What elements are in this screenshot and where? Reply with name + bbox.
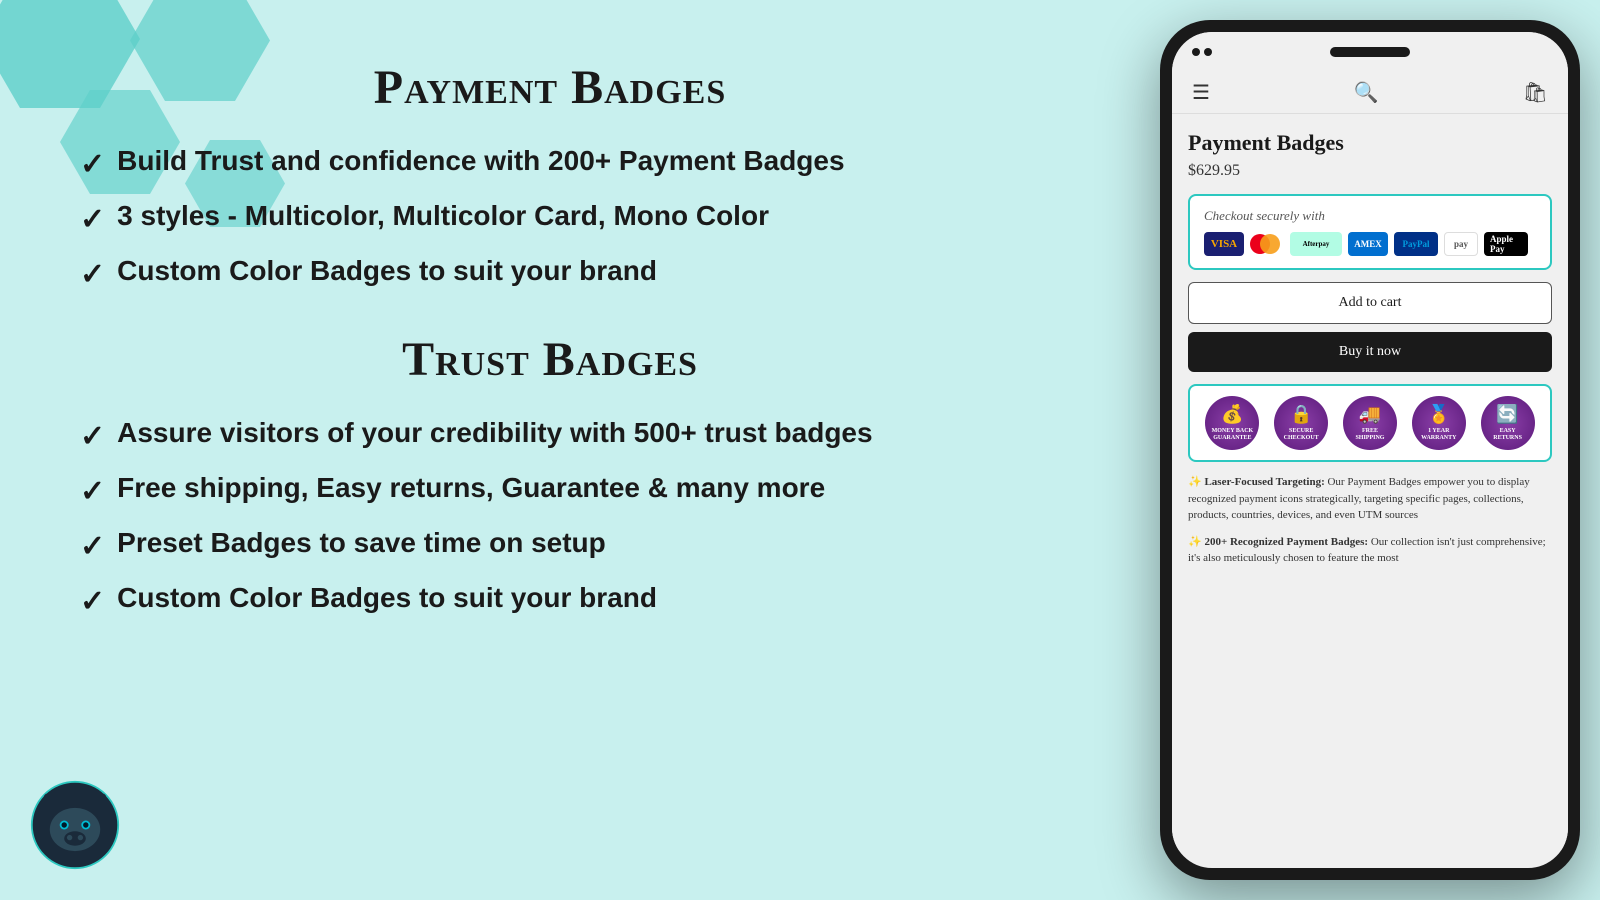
payment-icons-row: VISA Afterpay AMEX PayPal pay Apple — [1204, 232, 1536, 256]
check-icon-7: ✓ — [80, 584, 105, 619]
apple-pay-icon: Apple Pay — [1484, 232, 1528, 256]
warranty-badge: 🏅 1 YEARWARRANTY — [1412, 396, 1466, 450]
description-1: ✨ Laser-Focused Targeting: Our Payment B… — [1188, 474, 1552, 524]
payment-feature-2: ✓ 3 styles - Multicolor, Multicolor Card… — [80, 200, 1020, 237]
payment-feature-3: ✓ Custom Color Badges to suit your brand — [80, 255, 1020, 292]
trust-feature-3: ✓ Preset Badges to save time on setup — [80, 527, 1020, 564]
payment-badges-box: Checkout securely with VISA Afterpay AME… — [1188, 194, 1552, 270]
check-icon-4: ✓ — [80, 419, 105, 454]
product-price: $629.95 — [1188, 162, 1552, 180]
shipping-icon: 🚚 — [1359, 404, 1381, 426]
check-icon-6: ✓ — [80, 529, 105, 564]
buy-now-button[interactable]: Buy it now — [1188, 332, 1552, 372]
checkout-label: Checkout securely with — [1204, 208, 1536, 224]
phone-nav-bar: ☰ 🔍 🛍 — [1172, 72, 1568, 114]
trust-badges-title: Trust Badges — [80, 332, 1020, 387]
trust-features-list: ✓ Assure visitors of your credibility wi… — [80, 417, 1020, 619]
shipping-label: FREESHIPPING — [1355, 428, 1384, 442]
description-2: ✨ 200+ Recognized Payment Badges: Our co… — [1188, 534, 1552, 567]
phone-screen: ☰ 🔍 🛍 Payment Badges $629.95 Checkout se… — [1172, 32, 1568, 868]
money-back-icon: 💰 — [1221, 404, 1243, 426]
trust-feature-1: ✓ Assure visitors of your credibility wi… — [80, 417, 1020, 454]
returns-icon: 🔄 — [1496, 404, 1518, 426]
trust-badges-box: 💰 MONEY BACKGUARANTEE 🔒 SECURECHECKOUT 🚚… — [1188, 384, 1552, 462]
warranty-icon: 🏅 — [1428, 404, 1450, 426]
check-icon-1: ✓ — [80, 147, 105, 182]
free-shipping-badge: 🚚 FREESHIPPING — [1343, 396, 1397, 450]
phone-notch — [1330, 47, 1410, 57]
returns-label: EASYRETURNS — [1493, 428, 1522, 442]
money-back-label: MONEY BACKGUARANTEE — [1212, 428, 1254, 442]
payment-badges-title: Payment Badges — [80, 60, 1020, 115]
amex-icon: AMEX — [1348, 232, 1388, 256]
payment-features-list: ✓ Build Trust and confidence with 200+ P… — [80, 145, 1020, 292]
check-icon-3: ✓ — [80, 257, 105, 292]
phone-status-bar — [1172, 32, 1568, 72]
trust-feature-4: ✓ Custom Color Badges to suit your brand — [80, 582, 1020, 619]
phone-content-area: Payment Badges $629.95 Checkout securely… — [1172, 114, 1568, 850]
money-back-badge: 💰 MONEY BACKGUARANTEE — [1205, 396, 1259, 450]
star-icon-2: ✨ — [1188, 536, 1202, 548]
menu-icon[interactable]: ☰ — [1192, 80, 1210, 105]
secure-label: SECURECHECKOUT — [1284, 428, 1319, 442]
gpay-icon: pay — [1444, 232, 1478, 256]
search-icon[interactable]: 🔍 — [1354, 80, 1379, 105]
payment-feature-1: ✓ Build Trust and confidence with 200+ P… — [80, 145, 1020, 182]
cart-icon[interactable]: 🛍 — [1523, 80, 1548, 105]
trust-feature-2: ✓ Free shipping, Easy returns, Guarantee… — [80, 472, 1020, 509]
phone-mockup: ☰ 🔍 🛍 Payment Badges $629.95 Checkout se… — [1160, 20, 1580, 880]
secure-checkout-badge: 🔒 SECURECHECKOUT — [1274, 396, 1328, 450]
paypal-icon: PayPal — [1394, 232, 1438, 256]
check-icon-2: ✓ — [80, 202, 105, 237]
desc-2-title: 200+ Recognized Payment Badges: — [1204, 536, 1368, 548]
desc-1-title: Laser-Focused Targeting: — [1204, 476, 1324, 488]
mastercard-icon — [1250, 232, 1284, 256]
check-icon-5: ✓ — [80, 474, 105, 509]
warranty-label: 1 YEARWARRANTY — [1421, 428, 1456, 442]
easy-returns-badge: 🔄 EASYRETURNS — [1481, 396, 1535, 450]
secure-icon: 🔒 — [1290, 404, 1312, 426]
star-icon-1: ✨ — [1188, 476, 1202, 488]
visa-icon: VISA — [1204, 232, 1244, 256]
afterpay-icon: Afterpay — [1290, 232, 1342, 256]
main-content: Payment Badges ✓ Build Trust and confide… — [80, 60, 1020, 840]
add-to-cart-button[interactable]: Add to cart — [1188, 282, 1552, 324]
product-title: Payment Badges — [1188, 130, 1552, 156]
